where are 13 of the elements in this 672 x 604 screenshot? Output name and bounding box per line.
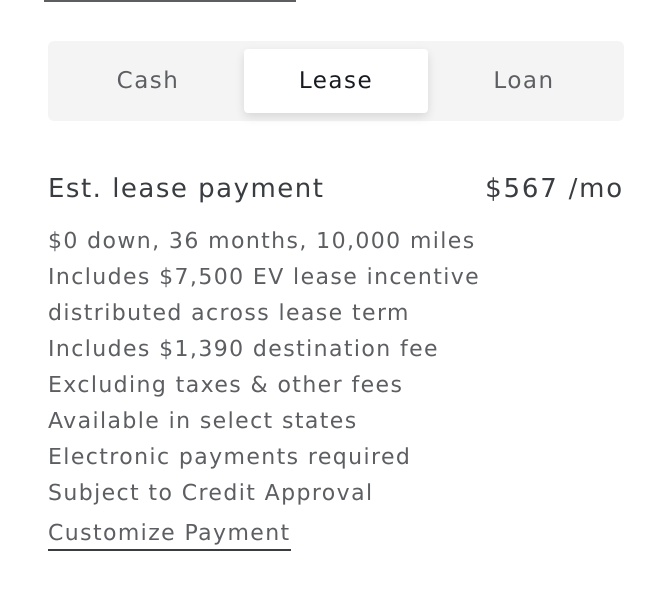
payment-tab[interactable]: Cash (56, 49, 240, 113)
customize-payment-link[interactable]: Customize Payment (48, 519, 291, 551)
payment-tab[interactable]: Loan (432, 49, 616, 113)
payment-detail: Includes $1,390 destination fee (48, 336, 440, 364)
payment-detail: $0 down, 36 months, 10,000 miles (48, 228, 477, 256)
payment-detail: Excluding taxes & other fees (48, 372, 404, 400)
payment-title: Est. lease payment (48, 173, 324, 206)
payment-detail: Available in select states (48, 408, 359, 436)
payment-amount: $567 /mo (485, 173, 624, 206)
payment-detail: Includes $7,500 EV lease incentive distributed across lease term (48, 264, 482, 328)
payment-tab[interactable]: Lease (244, 49, 428, 113)
payment-detail: Subject to Credit Approval (48, 480, 374, 508)
payment-detail: Electronic payments required (48, 444, 412, 472)
